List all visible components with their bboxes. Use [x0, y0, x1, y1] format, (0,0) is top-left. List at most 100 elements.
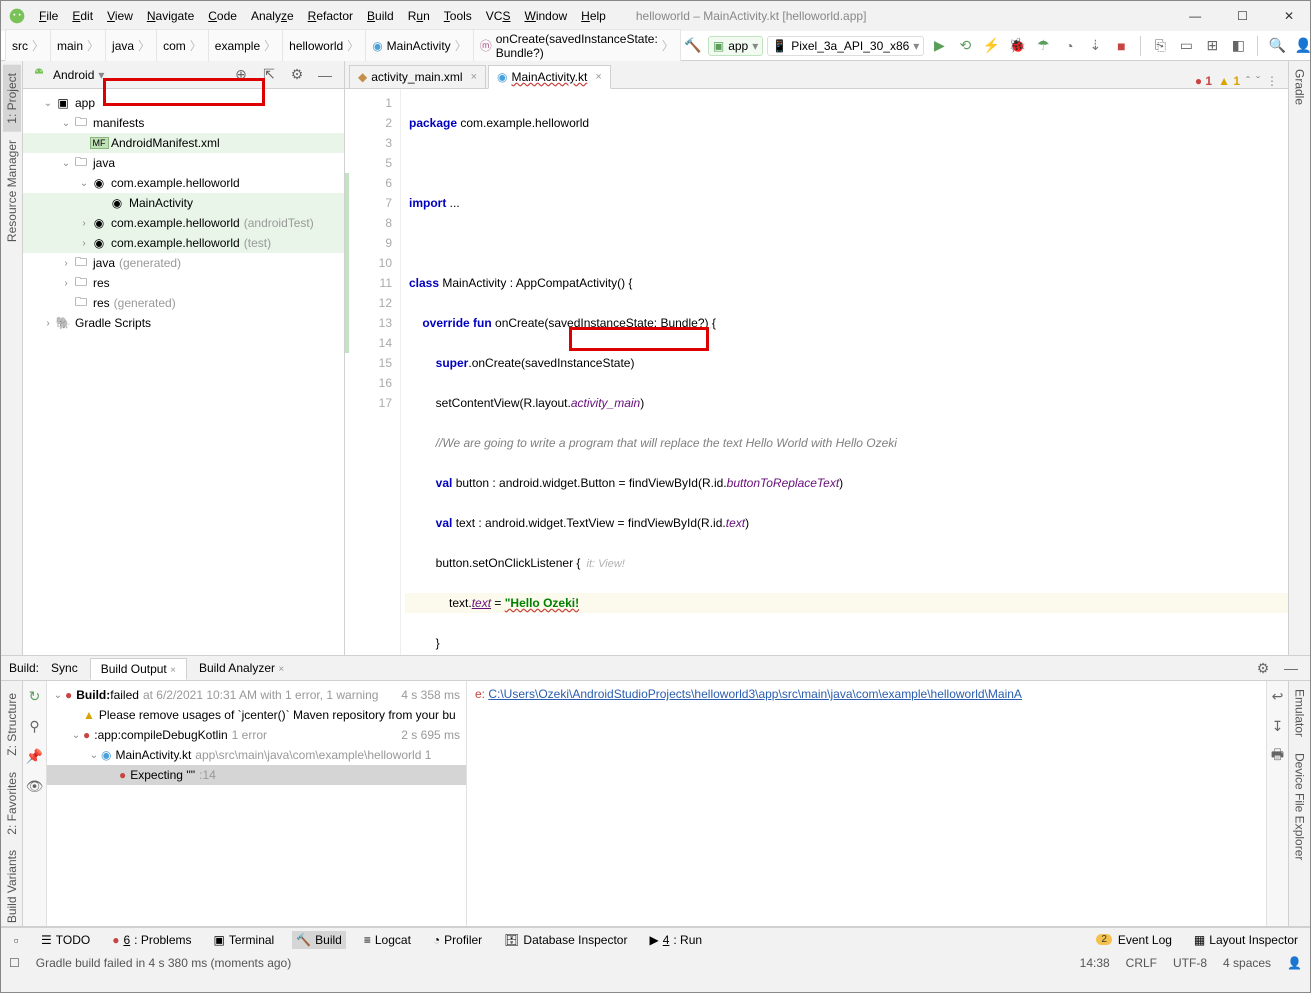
close-icon[interactable]: ×: [170, 665, 176, 676]
avd-manager-icon[interactable]: ▭: [1175, 35, 1197, 57]
view-icon[interactable]: 👁: [24, 775, 46, 797]
device-file-explorer-tab[interactable]: Device File Explorer: [1291, 745, 1309, 868]
run-tool-button[interactable]: ▶ 4: Run: [645, 931, 706, 949]
build-output-console[interactable]: e: C:\Users\Ozeki\AndroidStudioProjects\…: [467, 681, 1266, 926]
close-icon[interactable]: ×: [278, 664, 284, 675]
tree-node[interactable]: ◉MainActivity: [23, 193, 344, 213]
tab-build-output[interactable]: Build Output ×: [90, 658, 187, 680]
scroll-end-icon[interactable]: ↧: [1267, 715, 1289, 737]
breadcrumb-item[interactable]: main〉: [50, 29, 106, 63]
breadcrumb-item[interactable]: java〉: [105, 29, 157, 63]
menu-view[interactable]: View: [101, 7, 139, 25]
profile-icon[interactable]: ◔: [1058, 35, 1080, 57]
print-icon[interactable]: 🖶: [1267, 745, 1289, 767]
gradle-tool-tab[interactable]: Gradle: [1291, 61, 1309, 113]
hide-icon[interactable]: —: [1280, 657, 1302, 679]
coverage-icon[interactable]: ☂: [1032, 35, 1054, 57]
profiler-tool-button[interactable]: ◔ Profiler: [429, 931, 486, 949]
menu-file[interactable]: File: [33, 7, 64, 25]
indent-settings[interactable]: 4 spaces: [1223, 956, 1271, 970]
run-button[interactable]: ▶: [928, 35, 950, 57]
rerun-icon[interactable]: ↻: [24, 685, 46, 707]
gear-icon[interactable]: ⚙: [1252, 657, 1274, 679]
tree-node[interactable]: MFAndroidManifest.xml: [23, 133, 344, 153]
breadcrumb-item[interactable]: ⓜonCreate(savedInstanceState: Bundle?)〉: [473, 29, 681, 63]
tab-sync[interactable]: Sync: [41, 658, 88, 678]
filter-icon[interactable]: ⚲: [24, 715, 46, 737]
apply-changes-icon[interactable]: ⟲: [954, 35, 976, 57]
menu-navigate[interactable]: Navigate: [141, 7, 200, 25]
menu-refactor[interactable]: Refactor: [302, 7, 359, 25]
stop-button[interactable]: ■: [1110, 35, 1132, 57]
select-opened-file-icon[interactable]: ⊕: [230, 64, 252, 86]
cursor-position[interactable]: 14:38: [1080, 956, 1110, 970]
close-button[interactable]: ✕: [1276, 5, 1302, 27]
warning-count-icon[interactable]: ▲ 1: [1218, 74, 1240, 88]
chevron-up-icon[interactable]: ˆ: [1246, 74, 1250, 88]
tab-main-activity[interactable]: ◉ MainActivity.kt ×: [488, 65, 611, 89]
favorites-tool-tab[interactable]: 2: Favorites: [3, 764, 21, 843]
code-area[interactable]: package com.example.helloworld import ..…: [401, 89, 1288, 655]
debug-button[interactable]: 🐞: [1006, 35, 1028, 57]
event-log-button[interactable]: 2Event Log: [1092, 931, 1176, 949]
breadcrumb-item[interactable]: ◉MainActivity〉: [365, 29, 474, 63]
line-gutter[interactable]: 123567891011121314151617: [345, 89, 401, 655]
build-tree[interactable]: ⌄●Build: failed at 6/2/2021 10:31 AM wit…: [47, 681, 467, 926]
structure-tool-tab[interactable]: Z: Structure: [3, 685, 21, 764]
hammer-build-icon[interactable]: 🔨: [682, 35, 704, 57]
apply-code-changes-icon[interactable]: ⚡: [980, 35, 1002, 57]
build-tool-button[interactable]: 🔨 Build: [292, 931, 346, 949]
search-everywhere-icon[interactable]: 🔍: [1266, 35, 1288, 57]
breadcrumb-item[interactable]: helloworld〉: [282, 29, 366, 63]
pin-icon[interactable]: 📌: [24, 745, 46, 767]
breadcrumb-item[interactable]: example〉: [208, 29, 283, 63]
build-tree-node[interactable]: ⌄●Build: failed at 6/2/2021 10:31 AM wit…: [47, 685, 466, 705]
database-inspector-tool-button[interactable]: 🗄 Database Inspector: [500, 931, 631, 949]
tree-node[interactable]: ⌄◉com.example.helloworld: [23, 173, 344, 193]
code-editor[interactable]: 123567891011121314151617 package com.exa…: [345, 89, 1288, 655]
run-config-selector[interactable]: ▣app▾: [708, 36, 763, 56]
tree-node[interactable]: ›◉com.example.helloworld(androidTest): [23, 213, 344, 233]
user-icon[interactable]: 👤: [1292, 35, 1311, 57]
chevron-down-icon[interactable]: ˇ: [1256, 74, 1260, 88]
menu-vcs[interactable]: VCS: [480, 7, 517, 25]
tree-node[interactable]: ›◉com.example.helloworld(test): [23, 233, 344, 253]
inspection-indicator[interactable]: 👤: [1287, 956, 1302, 970]
close-tab-icon[interactable]: ×: [471, 71, 477, 83]
terminal-tool-button[interactable]: ▣ Terminal: [210, 931, 279, 949]
resource-manager-icon[interactable]: ◧: [1227, 35, 1249, 57]
file-link[interactable]: C:\Users\Ozeki\AndroidStudioProjects\hel…: [488, 687, 1022, 701]
todo-tool-button[interactable]: ☰ TODO: [37, 931, 94, 949]
collapse-all-icon[interactable]: ⇱: [258, 64, 280, 86]
error-count-icon[interactable]: ● 1: [1195, 74, 1212, 88]
menu-analyze[interactable]: Analyze: [245, 7, 300, 25]
build-tree-node[interactable]: ⌄◉MainActivity.kt app\src\main\java\com\…: [47, 745, 466, 765]
menu-build[interactable]: Build: [361, 7, 400, 25]
tree-node[interactable]: ⌄▣app: [23, 93, 344, 113]
menu-edit[interactable]: Edit: [66, 7, 99, 25]
tree-node[interactable]: ⌄🗀java: [23, 153, 344, 173]
soft-wrap-icon[interactable]: ↩: [1267, 685, 1289, 707]
device-selector[interactable]: 📱Pixel_3a_API_30_x86▾: [767, 36, 924, 56]
project-tree[interactable]: ⌄▣app⌄🗀manifestsMFAndroidManifest.xml⌄🗀j…: [23, 89, 344, 655]
close-tab-icon[interactable]: ×: [595, 71, 601, 83]
line-separator[interactable]: CRLF: [1126, 956, 1157, 970]
menu-code[interactable]: Code: [202, 7, 243, 25]
build-tree-node[interactable]: ▲Please remove usages of `jcenter()` Mav…: [47, 705, 466, 725]
menu-window[interactable]: Window: [518, 7, 573, 25]
vcs-update-icon[interactable]: ⎘: [1149, 35, 1171, 57]
tree-node[interactable]: ›🗀res: [23, 273, 344, 293]
problems-tool-button[interactable]: ● 6: Problems: [108, 931, 195, 949]
logcat-tool-button[interactable]: ≡ Logcat: [360, 931, 415, 949]
minimize-button[interactable]: —: [1181, 5, 1209, 27]
breadcrumb-item[interactable]: src〉: [5, 29, 51, 63]
file-encoding[interactable]: UTF-8: [1173, 956, 1207, 970]
emulator-tool-tab[interactable]: Emulator: [1291, 681, 1309, 745]
menu-run[interactable]: Run: [402, 7, 436, 25]
hide-icon[interactable]: —: [314, 64, 336, 86]
menu-tools[interactable]: Tools: [438, 7, 478, 25]
ide-status-icon[interactable]: ☐: [9, 956, 20, 970]
build-tree-node[interactable]: ●Expecting '"' :14: [47, 765, 466, 785]
tree-node[interactable]: ⌄🗀manifests: [23, 113, 344, 133]
maximize-button[interactable]: ☐: [1229, 5, 1256, 27]
